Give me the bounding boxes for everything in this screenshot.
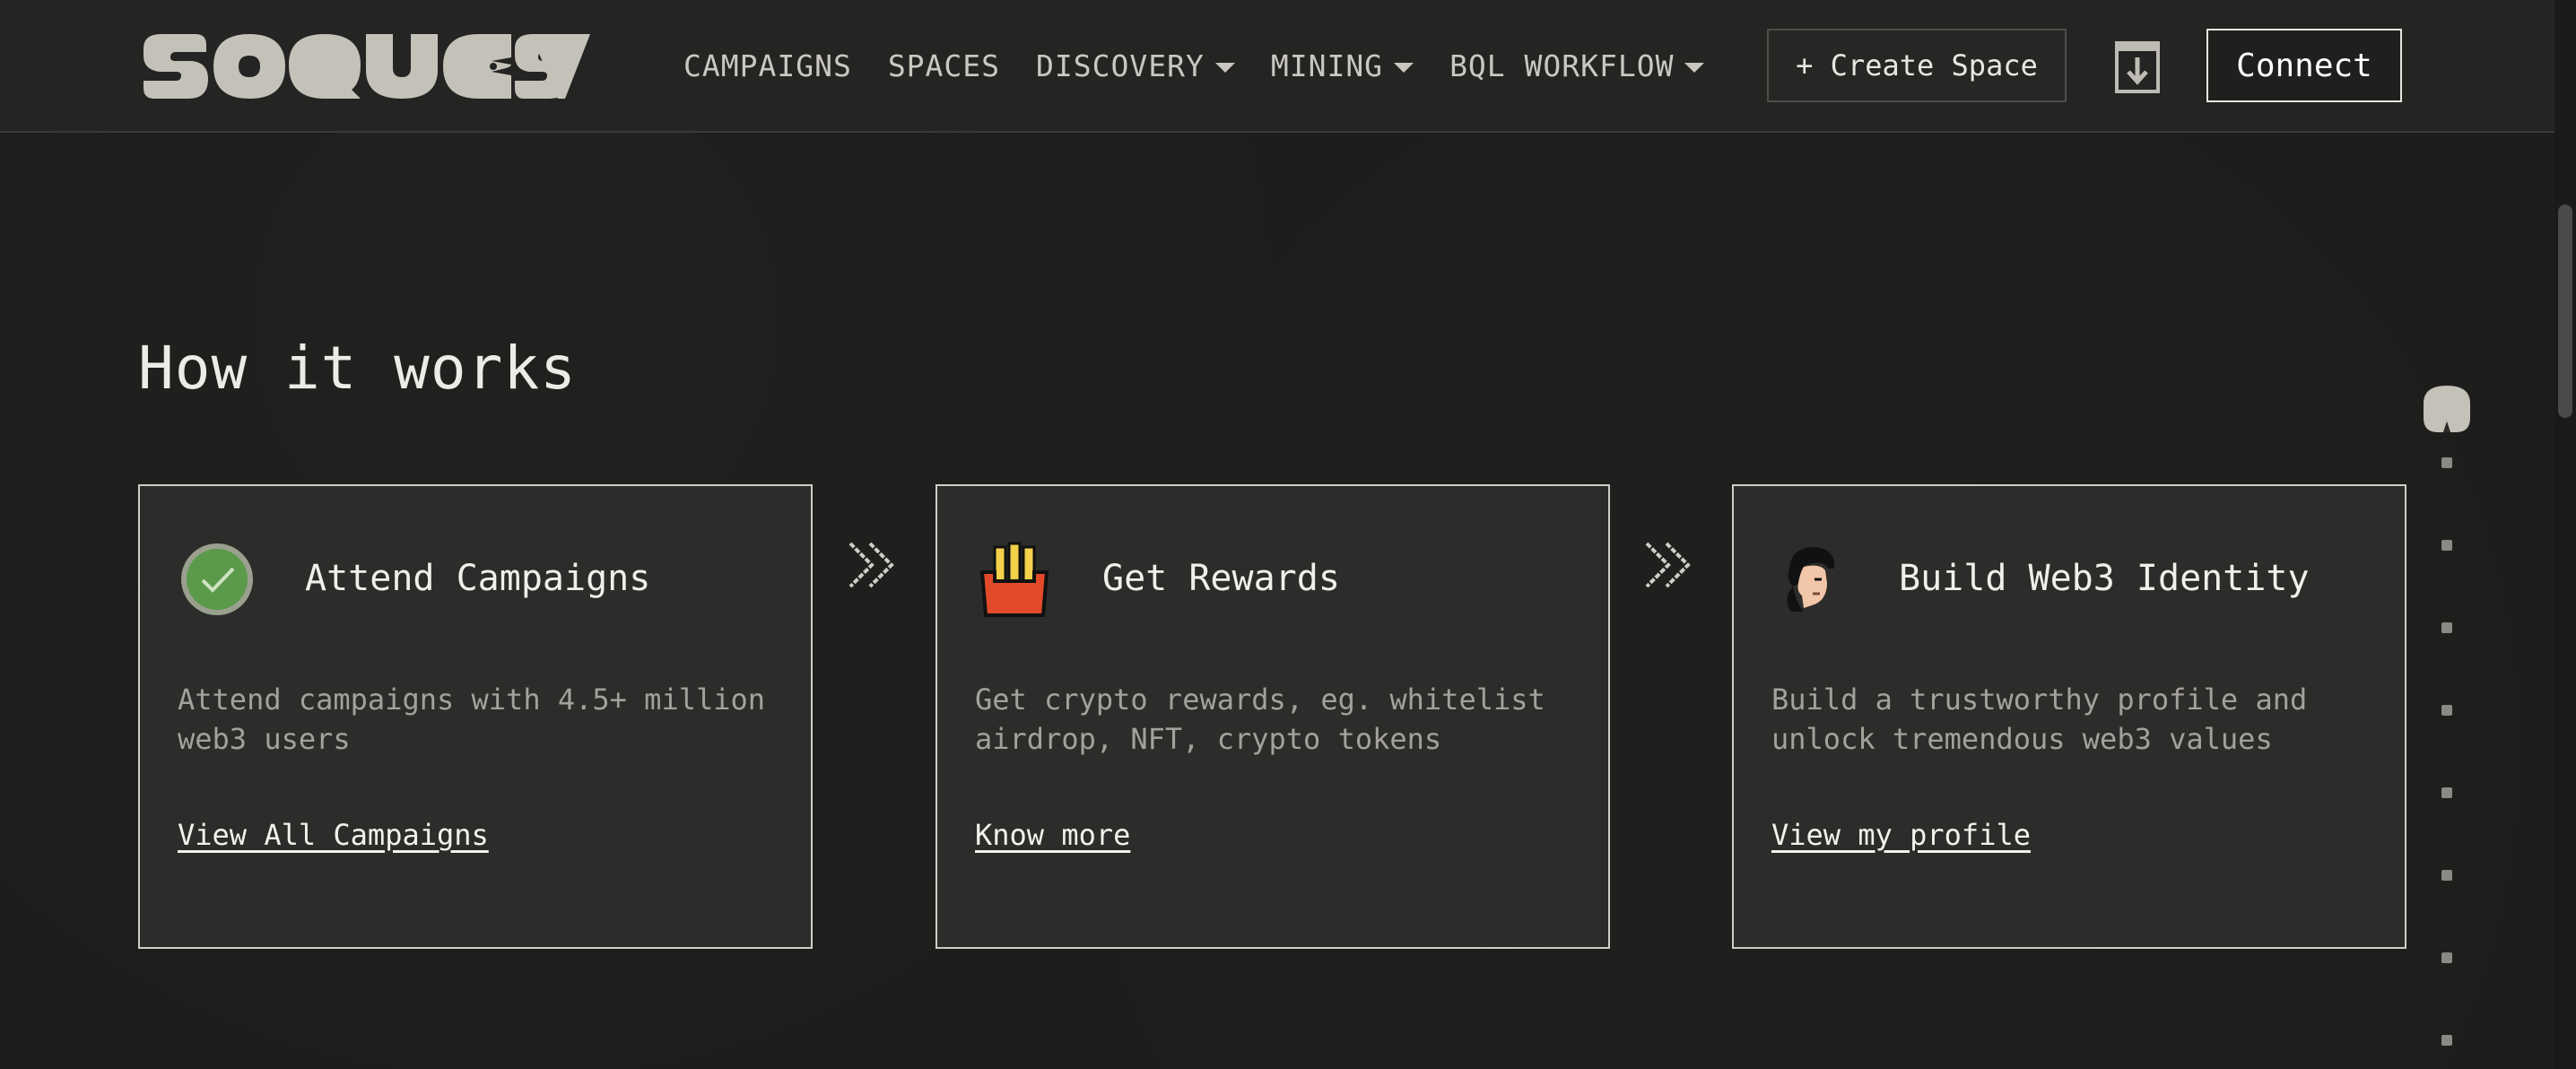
card-title: Get Rewards: [1102, 558, 1340, 599]
card-get-rewards: Get Rewards Get crypto rewards, eg. whit…: [936, 484, 1610, 949]
page: CAMPAIGNS SPACES DISCOVERY MINING BQL WO…: [0, 0, 2576, 1069]
fries-reward-icon: [979, 542, 1049, 617]
main-nav: CAMPAIGNS SPACES DISCOVERY MINING BQL WO…: [683, 0, 1740, 131]
scroll-progress-marker-icon: [2424, 386, 2470, 432]
scroll-progress-dot: [2441, 870, 2452, 881]
chevron-down-icon: [1214, 62, 1235, 73]
card-attend-campaigns: Attend Campaigns Attend campaigns with 4…: [138, 484, 813, 949]
chevron-down-icon: [1684, 62, 1705, 73]
scroll-progress-dot: [2441, 1035, 2452, 1046]
scroll-progress-dot: [2441, 787, 2452, 798]
know-more-link[interactable]: Know more: [975, 818, 1130, 852]
nav-discovery[interactable]: DISCOVERY: [1036, 48, 1235, 83]
nav-discovery-label: DISCOVERY: [1036, 48, 1205, 83]
card-description: Attend campaigns with 4.5+ million web3 …: [178, 682, 766, 756]
view-my-profile-link[interactable]: View my profile: [1771, 818, 2031, 852]
chevron-down-icon: [1394, 62, 1414, 73]
card-description: Get crypto rewards, eg. whitelist airdro…: [975, 682, 1545, 756]
view-all-campaigns-link[interactable]: View All Campaigns: [178, 818, 489, 852]
scroll-progress-dot: [2441, 540, 2452, 551]
double-chevron-right-icon: [1645, 542, 1691, 588]
nav-spaces[interactable]: SPACES: [888, 48, 1000, 83]
card-description: Build a trustworthy profile and unlock t…: [1771, 682, 2308, 756]
section-title: How it works: [138, 334, 577, 403]
create-space-label: + Create Space: [1796, 48, 2038, 83]
nav-mining[interactable]: MINING: [1271, 48, 1414, 83]
scroll-progress-dot: [2441, 622, 2452, 633]
nav-campaigns[interactable]: CAMPAIGNS: [683, 48, 852, 83]
nav-campaigns-label: CAMPAIGNS: [683, 48, 852, 83]
double-chevron-right-icon: [849, 542, 894, 588]
top-navbar: CAMPAIGNS SPACES DISCOVERY MINING BQL WO…: [0, 0, 2554, 133]
nav-bql-workflow[interactable]: BQL WORKFLOW: [1449, 48, 1705, 83]
check-circle-icon: [181, 543, 253, 615]
nav-mining-label: MINING: [1270, 48, 1384, 83]
page-scrollbar-thumb[interactable]: [2558, 204, 2572, 418]
download-icon[interactable]: [2115, 41, 2160, 93]
connect-label: Connect: [2236, 47, 2372, 84]
scroll-progress-dot: [2441, 705, 2452, 716]
create-space-button[interactable]: + Create Space: [1767, 29, 2067, 102]
card-build-web3-identity: Build Web3 Identity Build a trustworthy …: [1732, 484, 2406, 949]
scroll-progress-dot: [2441, 952, 2452, 963]
scroll-progress-dot: [2441, 457, 2452, 468]
page-scrollbar-track[interactable]: [2554, 0, 2576, 1069]
nav-spaces-label: SPACES: [887, 48, 1001, 83]
card-title: Build Web3 Identity: [1899, 558, 2310, 599]
soquest-logo[interactable]: [140, 32, 594, 100]
connect-wallet-button[interactable]: Connect: [2206, 29, 2402, 102]
avatar-profile-icon: [1775, 543, 1847, 615]
card-title: Attend Campaigns: [305, 558, 651, 599]
nav-bql-workflow-label: BQL WORKFLOW: [1449, 48, 1675, 83]
